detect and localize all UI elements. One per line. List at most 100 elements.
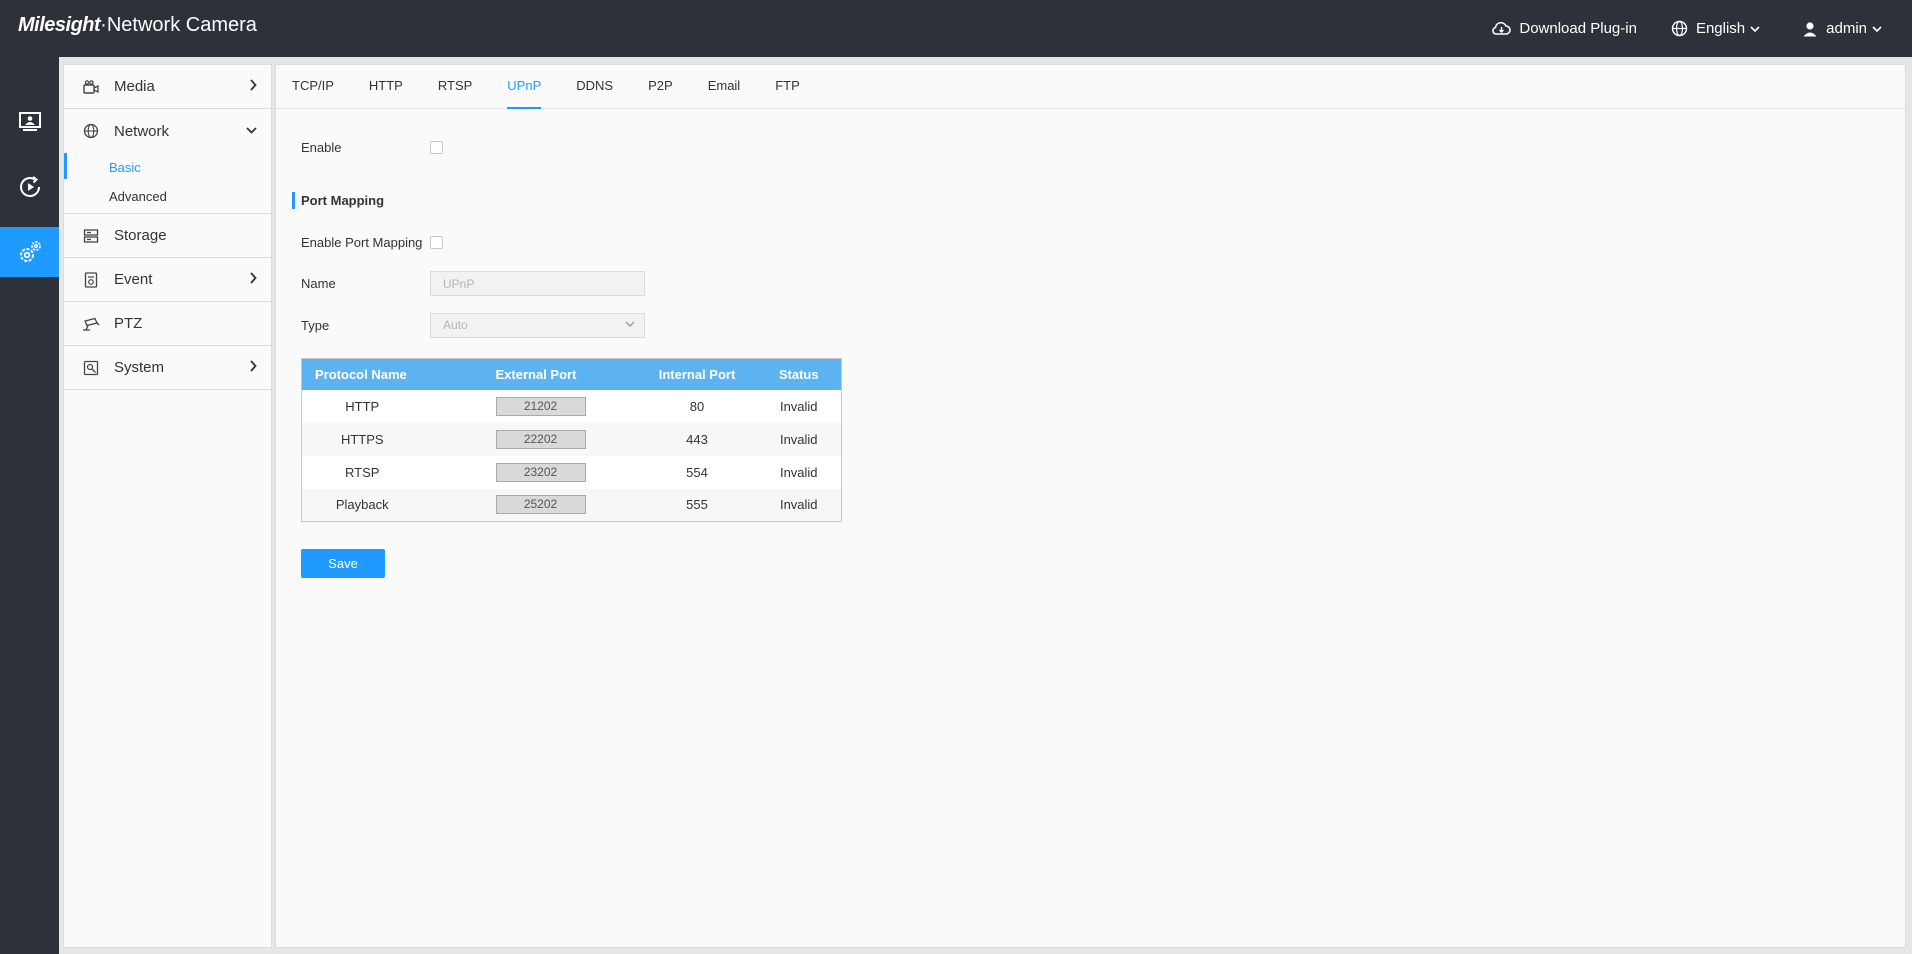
playback-icon	[19, 176, 40, 197]
brand: Milesight·Network Camera	[18, 14, 257, 37]
name-label: Name	[301, 276, 336, 291]
sidebar-item-system[interactable]: System	[64, 346, 271, 390]
name-row: Name	[301, 271, 645, 296]
status-cell: Invalid	[756, 389, 842, 423]
type-row: Type Auto	[301, 313, 645, 338]
external-port-field[interactable]: 23202	[495, 462, 586, 482]
storage-icon	[82, 227, 100, 245]
globe-icon	[82, 122, 100, 140]
tab-p2p[interactable]: P2P	[648, 65, 673, 109]
enable-row: Enable	[301, 140, 443, 155]
event-icon	[82, 271, 100, 289]
brand-separator: ·	[100, 14, 107, 36]
download-plugin-label: Download Plug-in	[1519, 20, 1637, 37]
internal-port-cell: 80	[637, 389, 757, 423]
user-icon	[1803, 21, 1817, 36]
download-plugin-button[interactable]: Download Plug-in	[1492, 20, 1637, 37]
top-bar: Milesight·Network Camera Download Plug-i…	[0, 0, 1912, 57]
port-mapping-table: Protocol Name External Port Internal Por…	[301, 358, 842, 522]
tab-email[interactable]: Email	[708, 65, 741, 109]
table-row: RTSP 23202 554 Invalid	[301, 455, 842, 489]
sidebar-subitem-advanced[interactable]: Advanced	[64, 182, 271, 211]
settings-nav[interactable]	[0, 227, 59, 277]
external-port-field[interactable]: 25202	[495, 495, 586, 515]
tab-tcpip[interactable]: TCP/IP	[292, 65, 334, 109]
chevron-down-icon	[1872, 25, 1882, 32]
sidebar-item-label: Event	[114, 271, 153, 288]
chevron-down-icon	[1750, 25, 1760, 32]
column-header-status: Status	[756, 358, 842, 390]
playback-nav[interactable]	[0, 162, 59, 212]
sidebar-item-network[interactable]: Network	[64, 109, 271, 153]
internal-port-cell: 555	[637, 488, 757, 522]
sidebar-subitem-basic[interactable]: Basic	[64, 153, 271, 182]
sidebar-item-label: Network	[114, 122, 170, 140]
main-panel: TCP/IP HTTP RTSP UPnP DDNS P2P Email FTP…	[275, 64, 1906, 948]
column-header-internal-port: Internal Port	[637, 358, 757, 390]
tab-rtsp[interactable]: RTSP	[438, 65, 472, 109]
chevron-right-icon	[250, 360, 257, 372]
globe-icon	[1671, 20, 1688, 37]
sidebar-item-media[interactable]: Media	[64, 65, 271, 109]
tab-ftp[interactable]: FTP	[775, 65, 800, 109]
language-dropdown[interactable]: English	[1671, 20, 1768, 37]
tab-upnp[interactable]: UPnP	[507, 65, 542, 109]
sidebar-item-ptz[interactable]: PTZ	[64, 302, 271, 346]
live-view-nav[interactable]	[0, 97, 59, 147]
internal-port-cell: 554	[637, 455, 757, 489]
network-submenu: Basic Advanced	[64, 153, 271, 214]
cloud-download-icon	[1492, 21, 1512, 35]
sidebar-item-label: System	[114, 359, 165, 376]
table-row: Playback 25202 555 Invalid	[301, 488, 842, 522]
enable-port-mapping-row: Enable Port Mapping	[301, 235, 443, 250]
external-port-field[interactable]: 22202	[495, 429, 586, 449]
chevron-down-icon	[625, 321, 635, 327]
internal-port-cell: 443	[637, 422, 757, 456]
live-view-icon	[18, 112, 41, 131]
chevron-right-icon	[250, 79, 257, 91]
type-select[interactable]: Auto	[430, 313, 645, 338]
column-header-protocol: Protocol Name	[301, 358, 483, 390]
status-cell: Invalid	[756, 455, 842, 489]
sidebar-item-label: Storage	[114, 227, 167, 244]
enable-port-mapping-label: Enable Port Mapping	[301, 235, 423, 250]
name-input[interactable]	[430, 271, 645, 296]
type-label: Type	[301, 318, 330, 333]
status-cell: Invalid	[756, 488, 842, 522]
ptz-icon	[82, 315, 100, 333]
brand-title: Network Camera	[106, 14, 257, 36]
network-tabs: TCP/IP HTTP RTSP UPnP DDNS P2P Email FTP	[276, 65, 1905, 109]
sidebar-item-storage[interactable]: Storage	[64, 214, 271, 258]
chevron-down-icon	[246, 127, 257, 134]
save-button[interactable]: Save	[301, 549, 385, 578]
enable-label: Enable	[301, 140, 342, 155]
settings-sidebar: Media Network Basic Advanced Storage Eve…	[63, 64, 272, 948]
user-label: admin	[1826, 20, 1867, 37]
external-port-field[interactable]: 21202	[495, 396, 586, 416]
table-row: HTTPS 22202 443 Invalid	[301, 422, 842, 456]
sidebar-item-event[interactable]: Event	[64, 258, 271, 302]
table-row: HTTP 21202 80 Invalid	[301, 389, 842, 423]
left-nav-rail	[0, 57, 59, 954]
table-header-row: Protocol Name External Port Internal Por…	[301, 358, 842, 390]
sidebar-item-label: PTZ	[114, 315, 143, 332]
chevron-right-icon	[250, 272, 257, 284]
user-menu[interactable]: admin	[1802, 20, 1890, 37]
port-mapping-section-title: Port Mapping	[292, 192, 384, 209]
settings-icon	[19, 241, 41, 262]
protocol-cell: HTTP	[301, 389, 483, 423]
camera-icon	[82, 78, 100, 96]
protocol-cell: Playback	[301, 488, 483, 522]
status-cell: Invalid	[756, 422, 842, 456]
tab-ddns[interactable]: DDNS	[576, 65, 613, 109]
type-select-value: Auto	[443, 318, 468, 332]
tab-http[interactable]: HTTP	[369, 65, 403, 109]
brand-logo: Milesight	[18, 14, 101, 36]
protocol-cell: HTTPS	[301, 422, 483, 456]
enable-port-mapping-checkbox[interactable]	[430, 236, 443, 249]
sidebar-item-label: Media	[114, 78, 155, 95]
language-label: English	[1695, 20, 1746, 37]
system-icon	[82, 359, 100, 377]
enable-checkbox[interactable]	[430, 141, 443, 154]
column-header-external-port: External Port	[482, 358, 638, 390]
